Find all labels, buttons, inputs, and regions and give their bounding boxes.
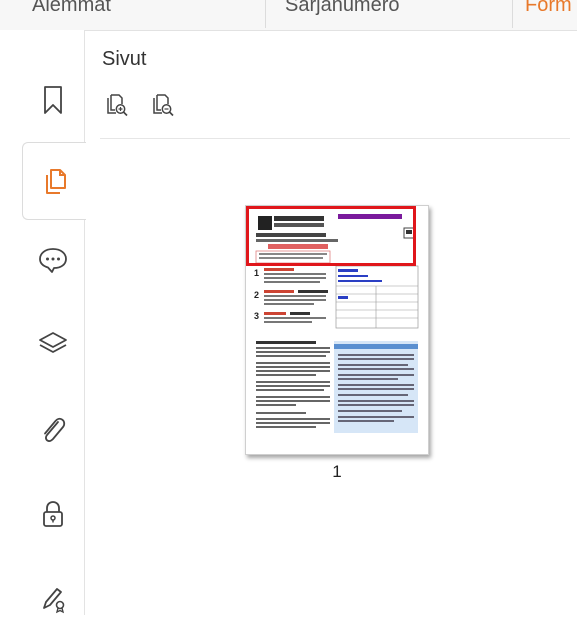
panel-title: Sivut	[102, 48, 147, 70]
svg-text:3: 3	[254, 311, 259, 321]
pages-icon	[45, 169, 66, 194]
rail-security-button[interactable]	[22, 476, 84, 552]
lock-icon	[43, 501, 63, 527]
rail-layers-button[interactable]	[22, 306, 84, 382]
rail-signatures-button[interactable]	[22, 560, 84, 636]
tab-separator	[512, 0, 513, 28]
tab-form[interactable]: Form	[525, 0, 572, 22]
svg-text:2: 2	[254, 290, 259, 300]
comments-icon	[39, 248, 67, 273]
tab-serial[interactable]: Sarjanumero	[285, 0, 400, 22]
signature-pen-icon	[43, 588, 65, 614]
thumbnail-page-number: 1	[332, 462, 342, 481]
tab-separator	[265, 0, 266, 28]
rail-pages-button[interactable]	[22, 142, 86, 220]
panel-divider	[100, 138, 570, 139]
paperclip-icon	[44, 417, 66, 442]
tab-previous[interactable]: Aiemmat	[32, 0, 111, 22]
svg-text:1: 1	[254, 268, 259, 278]
rail-attachments-button[interactable]	[22, 392, 84, 468]
layers-icon	[39, 332, 67, 353]
thumbnail-selection-frame	[246, 206, 416, 266]
rail-bookmarks-button[interactable]	[22, 62, 84, 138]
tab-strip: Aiemmat Sarjanumero Form	[0, 0, 577, 31]
zoom-in-thumbnails-icon[interactable]	[104, 92, 130, 118]
zoom-out-thumbnails-icon[interactable]	[150, 92, 176, 118]
bookmark-icon	[44, 86, 62, 114]
rail-comments-button[interactable]	[22, 222, 84, 298]
